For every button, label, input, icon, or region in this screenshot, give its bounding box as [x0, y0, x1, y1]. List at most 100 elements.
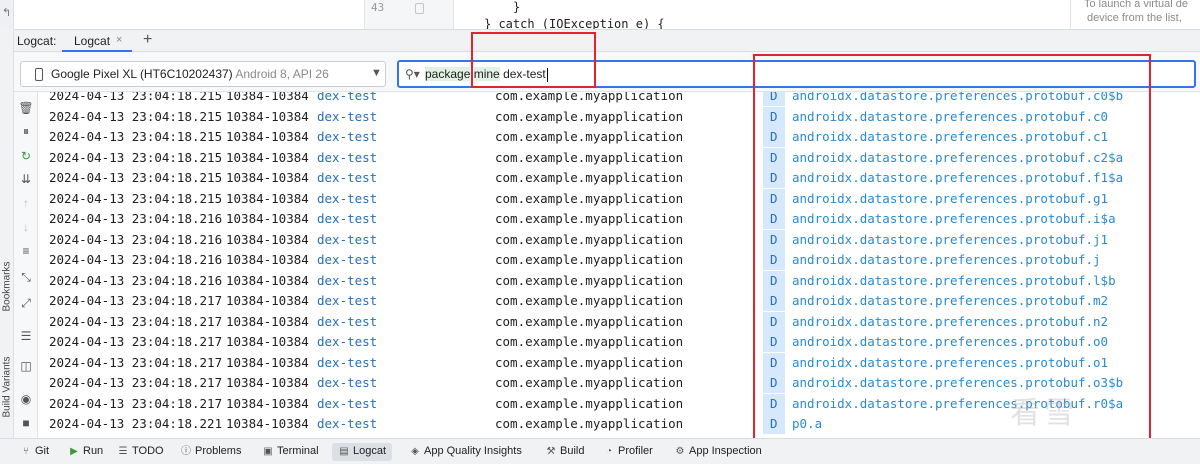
scroll-to-end-icon[interactable]: ⇊ [18, 171, 34, 187]
log-package: com.example.myapplication [495, 313, 684, 329]
log-pid: 10384-10384 [226, 149, 309, 165]
log-pid: 10384-10384 [226, 231, 309, 247]
log-tag: dex-test [317, 190, 378, 206]
log-timestamp: 2024-04-13 23:04:18.215 [49, 149, 223, 165]
soft-wrap-icon[interactable]: ≡ [18, 243, 34, 259]
code-line[interactable]: } catch (IOException e) { [484, 17, 665, 29]
log-tag: dex-test [317, 252, 378, 267]
restart-icon[interactable]: ↻ [18, 148, 34, 164]
problems-icon: ⓘ [181, 446, 191, 457]
log-tag: dex-test [317, 108, 378, 124]
log-tag: dex-test [317, 313, 378, 329]
settings-icon[interactable]: ☰ [18, 328, 34, 344]
log-package: com.example.myapplication [495, 129, 684, 144]
panel-title: Logcat: [17, 34, 57, 48]
build-variants-tab[interactable]: Build Variants [2, 357, 13, 418]
hint-text: device from the list, [1087, 12, 1182, 24]
log-package: com.example.myapplication [495, 108, 684, 124]
git-tab[interactable]: ⑂ Git [20, 443, 49, 461]
log-package: com.example.myapplication [495, 416, 684, 431]
camera-icon[interactable]: ◉ [18, 391, 34, 407]
terminal-icon: ▣ [263, 446, 273, 457]
log-timestamp: 2024-04-13 23:04:18.215 [49, 190, 223, 206]
left-gutter: ↰ [0, 0, 14, 29]
video-icon[interactable]: ■ [18, 415, 34, 431]
device-dropdown[interactable]: Google Pixel XL (HT6C10202437) Android 8… [20, 61, 386, 87]
line-number-gutter: 43 [364, 0, 454, 29]
log-timestamp: 2024-04-13 23:04:18.217 [49, 395, 223, 411]
profiler-tab[interactable]: ◔ Profiler [603, 443, 653, 461]
expand-icon[interactable]: ⤢ [18, 295, 34, 311]
device-name: Google Pixel XL (HT6C10202437) [51, 67, 233, 81]
add-tab-button[interactable]: + [143, 31, 152, 49]
tab-label: Logcat [74, 34, 111, 48]
log-timestamp: 2024-04-13 23:04:18.217 [49, 313, 223, 329]
log-tag: dex-test [317, 272, 378, 288]
log-package: com.example.myapplication [495, 170, 684, 185]
log-tag: dex-test [317, 211, 378, 226]
log-package: com.example.myapplication [495, 334, 684, 349]
problems-tab[interactable]: ⓘ Problems [180, 443, 241, 461]
log-pid: 10384-10384 [226, 92, 309, 103]
log-tag: dex-test [317, 354, 378, 370]
filter-collapse-icon[interactable]: ⤡ [18, 269, 34, 285]
log-pid: 10384-10384 [226, 108, 309, 124]
terminal-tab[interactable]: ▣ Terminal [262, 443, 318, 461]
line-number: 43 [371, 1, 385, 14]
down-arrow-icon[interactable]: ↓ [18, 219, 34, 235]
log-package: com.example.myapplication [495, 354, 684, 370]
log-timestamp: 2024-04-13 23:04:18.221 [49, 416, 223, 431]
back-arrow-icon[interactable]: ↰ [2, 6, 11, 19]
annotation-box-filter [471, 32, 596, 88]
fold-marker-icon[interactable] [415, 3, 424, 14]
log-timestamp: 2024-04-13 23:04:18.217 [49, 354, 223, 370]
pause-icon[interactable]: ⏸ [18, 123, 34, 139]
todo-tab[interactable]: ☰ TODO [117, 443, 164, 461]
log-pid: 10384-10384 [226, 395, 309, 411]
log-tag: dex-test [317, 375, 378, 390]
log-package: com.example.myapplication [495, 395, 684, 411]
log-timestamp: 2024-04-13 23:04:18.216 [49, 231, 223, 247]
log-timestamp: 2024-04-13 23:04:18.215 [49, 170, 223, 185]
log-tag: dex-test [317, 395, 378, 411]
up-arrow-icon[interactable]: ↑ [18, 195, 34, 211]
chevron-down-icon[interactable]: ▼ [371, 67, 382, 79]
app-quality-insights-tab[interactable]: ◈ App Quality Insights [409, 443, 522, 461]
log-tag: dex-test [317, 129, 378, 144]
log-pid: 10384-10384 [226, 272, 309, 288]
code-line[interactable]: } [513, 0, 520, 14]
build-tab[interactable]: ⚒ Build [545, 443, 585, 461]
logcat-tabbar: Logcat: Logcat × + [0, 29, 1200, 52]
log-package: com.example.myapplication [495, 92, 684, 103]
log-package: com.example.myapplication [495, 211, 684, 226]
log-timestamp: 2024-04-13 23:04:18.216 [49, 252, 223, 267]
log-pid: 10384-10384 [226, 334, 309, 349]
editor-strip: ↰ 43 } } catch (IOException e) { To laun… [0, 0, 1200, 29]
log-pid: 10384-10384 [226, 375, 309, 390]
annotation-box-messages [753, 54, 1151, 448]
run-tab[interactable]: ▶ Run [68, 443, 103, 461]
trash-icon[interactable]: 🗑 [18, 100, 34, 116]
log-package: com.example.myapplication [495, 149, 684, 165]
diamond-icon: ◈ [411, 446, 419, 457]
log-tag: dex-test [317, 231, 378, 247]
log-package: com.example.myapplication [495, 190, 684, 206]
log-pid: 10384-10384 [226, 354, 309, 370]
run-icon: ▶ [70, 446, 78, 457]
hint-text: To launch a virtual de [1084, 0, 1188, 10]
filter-keyword: package [425, 67, 471, 81]
app-inspection-tab[interactable]: ⚙ App Inspection [674, 443, 762, 461]
log-pid: 10384-10384 [226, 313, 309, 329]
log-tag: dex-test [317, 416, 378, 431]
log-timestamp: 2024-04-13 23:04:18.215 [49, 129, 223, 144]
log-timestamp: 2024-04-13 23:04:18.216 [49, 272, 223, 288]
bookmarks-tab[interactable]: Bookmarks [2, 260, 13, 314]
log-timestamp: 2024-04-13 23:04:18.217 [49, 375, 223, 390]
git-icon: ⑂ [23, 446, 29, 457]
logcat-icon: ▤ [339, 446, 349, 457]
tab-logcat[interactable]: Logcat × [62, 30, 132, 52]
split-icon[interactable]: ◫ [18, 358, 34, 374]
logcat-tab[interactable]: ▤ Logcat [332, 443, 393, 461]
close-icon[interactable]: × [116, 34, 122, 46]
filter-icon[interactable]: ⚲▾ [405, 67, 420, 81]
